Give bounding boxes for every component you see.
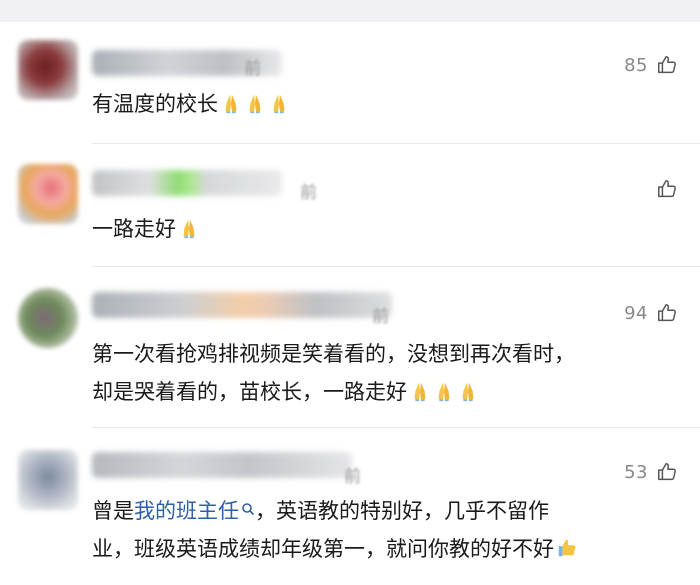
avatar[interactable] (18, 288, 78, 348)
top-bar (0, 0, 700, 22)
thumbs-up-icon (656, 54, 678, 76)
username-blurred[interactable] (92, 452, 352, 478)
thumbs-up-icon (656, 461, 678, 483)
comment-line-2: 却是哭着看的，苗校长，一路走好 (92, 373, 676, 411)
comment-item: 前 53 曾是我的班主任 ，英语教的特别好，几乎不留作 业，班级英语成绩却年级第一… (0, 428, 700, 585)
comment-body: ，英语教的特别好，几乎不留作 (255, 499, 549, 523)
comment-time: 前 (300, 183, 317, 203)
folded-hands-emoji (268, 88, 290, 114)
avatar[interactable] (18, 40, 78, 100)
thumbs-up-emoji (556, 533, 578, 557)
comment-item: 前 85 有温度的校长 (0, 22, 700, 144)
like-count: 53 (624, 461, 648, 483)
folded-hands-emoji (178, 213, 200, 239)
comment-text: 曾是我的班主任 ，英语教的特别好，几乎不留作 业，班级英语成绩却年级第一，就问你教… (92, 490, 676, 568)
avatar[interactable] (18, 164, 78, 224)
comment-time: 前 (344, 467, 361, 487)
comment-body: 业，班级英语成绩却年级第一，就问你教的好不好 (92, 537, 554, 561)
comment-time: 前 (244, 59, 261, 79)
topic-link[interactable]: 我的班主任 (134, 499, 239, 523)
thumbs-up-icon (656, 178, 678, 200)
like-button[interactable]: 94 (624, 302, 678, 324)
comment-text: 有温度的校长 (92, 85, 676, 123)
username-blurred[interactable] (92, 170, 282, 196)
comment-text: 一路走好 (92, 210, 676, 248)
like-count: 85 (624, 54, 648, 76)
avatar[interactable] (18, 450, 78, 510)
search-icon[interactable] (241, 490, 255, 516)
comment-line: 曾是我的班主任 ，英语教的特别好，几乎不留作 (92, 490, 676, 530)
like-count: 94 (624, 302, 648, 324)
folded-hands-emoji (220, 88, 242, 114)
comment-item: 前 一路走好 (0, 144, 700, 267)
comment-line: 第一次看抢鸡排视频是笑着看的，没想到再次看时， (92, 342, 575, 366)
thumbs-up-icon (656, 302, 678, 324)
folded-hands-emoji (244, 88, 266, 114)
folded-hands-emoji (409, 376, 431, 402)
folded-hands-emoji (433, 376, 455, 402)
comment-body: 一路走好 (92, 217, 176, 241)
comment-text: 第一次看抢鸡排视频是笑着看的，没想到再次看时， 却是哭着看的，苗校长，一路走好 (92, 335, 676, 411)
like-button[interactable]: 53 (624, 461, 678, 483)
comment-line-2: 业，班级英语成绩却年级第一，就问你教的好不好 (92, 530, 676, 568)
like-button[interactable] (648, 178, 678, 200)
like-button[interactable]: 85 (624, 54, 678, 76)
comment-time: 前 (372, 307, 389, 327)
comment-item: 前 94 第一次看抢鸡排视频是笑着看的，没想到再次看时， 却是哭着看的，苗校长，… (0, 266, 700, 428)
folded-hands-emoji (457, 376, 479, 402)
comment-body: 却是哭着看的，苗校长，一路走好 (92, 380, 407, 404)
username-blurred[interactable] (92, 292, 392, 318)
comment-prefix: 曾是 (92, 499, 134, 523)
comment-body: 有温度的校长 (92, 92, 218, 116)
